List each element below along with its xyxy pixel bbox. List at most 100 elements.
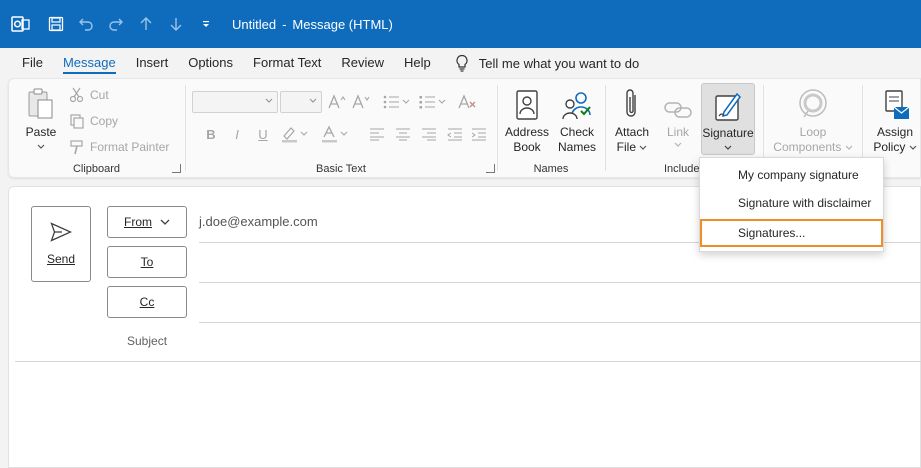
subject-label: Subject — [127, 334, 168, 348]
document-type: Message (HTML) — [292, 16, 393, 32]
clipboard-group-label: Clipboard — [72, 163, 121, 175]
menu-item-signatures[interactable]: Signatures... — [700, 219, 883, 247]
assign-policy-button[interactable]: Assign Policy — [869, 85, 921, 155]
signature-label: Signature — [702, 126, 754, 140]
link-label: Link — [666, 125, 689, 139]
from-button[interactable]: From — [107, 206, 187, 238]
send-label: Send — [46, 252, 76, 266]
address-book-label-2: Book — [513, 140, 541, 154]
address-book-label-1: Address — [504, 125, 550, 139]
copy-button[interactable]: Copy — [69, 113, 118, 129]
bold-icon[interactable]: B — [200, 123, 222, 145]
subject-field-divider — [15, 361, 921, 362]
format-painter-button[interactable]: Format Painter — [69, 139, 169, 155]
title-separator: - — [282, 16, 287, 32]
loop-icon — [797, 85, 829, 121]
check-names-label-1: Check — [559, 125, 594, 139]
format-painter-label: Format Painter — [90, 140, 170, 154]
tab-help[interactable]: Help — [394, 48, 441, 78]
cc-button[interactable]: Cc — [107, 286, 187, 318]
font-size-combo[interactable] — [280, 91, 322, 113]
check-names-button[interactable]: Check Names — [554, 85, 600, 155]
paste-icon — [26, 85, 56, 121]
loop-components-button[interactable]: Loop Components — [768, 85, 858, 155]
tab-options[interactable]: Options — [178, 48, 243, 78]
attach-file-button[interactable]: Attach File — [610, 85, 654, 155]
menu-item-company-signature[interactable]: My company signature — [700, 161, 883, 189]
from-label: From — [124, 215, 152, 229]
window-title: Untitled - Message (HTML) — [232, 17, 393, 32]
document-name: Untitled — [232, 16, 277, 32]
to-button[interactable]: To — [107, 246, 187, 278]
signature-dropdown-menu: My company signature Signature with disc… — [699, 157, 884, 252]
font-color-icon[interactable] — [320, 123, 350, 145]
underline-icon[interactable]: U — [252, 123, 274, 145]
tell-me-text: Tell me what you want to do — [478, 55, 640, 71]
outlook-icon — [8, 12, 32, 36]
check-names-icon — [561, 85, 593, 121]
chevron-down-icon — [639, 145, 647, 150]
basic-text-group-label: Basic Text — [316, 163, 366, 175]
arrow-up-icon[interactable] — [134, 12, 158, 36]
redo-icon[interactable] — [104, 12, 128, 36]
check-names-label-2: Names — [557, 140, 596, 154]
italic-icon[interactable]: I — [226, 123, 248, 145]
lightbulb-icon — [456, 54, 468, 72]
cc-field[interactable] — [199, 322, 921, 323]
paperclip-icon — [623, 85, 641, 121]
scissors-icon — [69, 87, 84, 103]
align-right-icon[interactable] — [418, 123, 440, 145]
menu-item-signature-disclaimer[interactable]: Signature with disclaimer — [700, 189, 883, 217]
title-bar: Untitled - Message (HTML) — [0, 0, 921, 48]
send-icon — [50, 222, 72, 242]
send-button[interactable]: Send — [31, 206, 91, 282]
increase-indent-icon[interactable] — [468, 123, 490, 145]
tab-format-text[interactable]: Format Text — [243, 48, 331, 78]
basic-text-group: B I U Basic Text — [186, 79, 496, 179]
basic-text-launcher-icon[interactable] — [486, 164, 495, 173]
align-center-icon[interactable] — [392, 123, 414, 145]
tab-review[interactable]: Review — [331, 48, 394, 78]
undo-icon[interactable] — [74, 12, 98, 36]
cut-button[interactable]: Cut — [69, 87, 109, 103]
signature-pen-icon — [714, 86, 742, 122]
align-left-icon[interactable] — [366, 123, 388, 145]
tab-message[interactable]: Message — [53, 48, 126, 78]
to-field[interactable] — [199, 282, 921, 283]
copy-label: Copy — [90, 114, 119, 128]
attach-file-label-1: Attach — [614, 125, 650, 139]
chevron-down-icon — [160, 219, 170, 225]
copy-icon — [70, 114, 84, 129]
save-icon[interactable] — [44, 12, 68, 36]
signature-button-content: Signature — [702, 86, 754, 151]
menu-bar: File Message Insert Options Format Text … — [0, 48, 921, 78]
tab-insert[interactable]: Insert — [126, 48, 179, 78]
clear-formatting-icon[interactable] — [456, 91, 478, 113]
cut-label: Cut — [90, 88, 109, 102]
link-icon — [663, 85, 693, 121]
decrease-indent-icon[interactable] — [444, 123, 466, 145]
numbering-icon[interactable] — [418, 91, 448, 113]
attach-file-label-2: File — [617, 140, 648, 155]
loop-label-2: Components — [773, 140, 853, 155]
chevron-down-icon — [37, 144, 45, 149]
shrink-font-icon[interactable] — [350, 91, 372, 113]
highlight-icon[interactable] — [280, 123, 310, 145]
grow-font-icon[interactable] — [326, 91, 348, 113]
tell-me-search[interactable]: Tell me what you want to do — [455, 54, 639, 72]
paintbrush-icon — [70, 140, 83, 155]
link-button[interactable]: Link — [658, 85, 698, 148]
arrow-down-icon[interactable] — [164, 12, 188, 36]
chevron-down-icon — [724, 145, 732, 150]
font-name-combo[interactable] — [192, 91, 278, 113]
customize-toolbar-icon[interactable] — [194, 12, 218, 36]
bullets-icon[interactable] — [382, 91, 412, 113]
address-book-button[interactable]: Address Book — [504, 85, 550, 155]
signature-button[interactable]: Signature — [701, 83, 755, 155]
paste-label: Paste — [25, 125, 57, 139]
paste-button[interactable]: Paste — [19, 85, 63, 150]
chevron-down-icon — [909, 145, 917, 150]
tab-file[interactable]: File — [12, 48, 53, 78]
names-group-label: Names — [533, 163, 569, 175]
clipboard-launcher-icon[interactable] — [172, 164, 181, 173]
